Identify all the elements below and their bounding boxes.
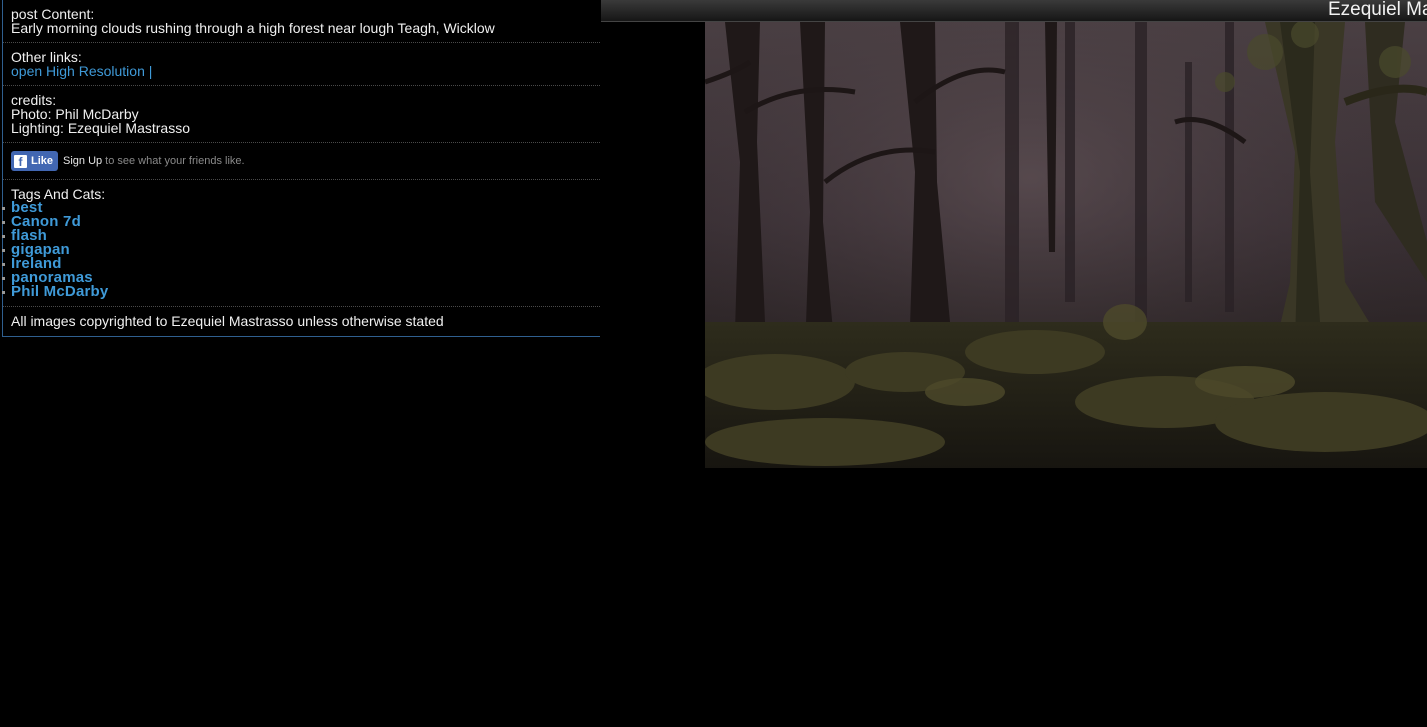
tag-item: best [2,200,600,215]
tag-item: Canon 7d [2,214,600,229]
tag-item: flash [2,228,600,243]
forest-photo-image [705,22,1427,468]
site-header-bar: Ezequiel Ma [601,0,1427,22]
copyright-notice: All images copyrighted to Ezequiel Mastr… [11,313,444,329]
post-info-panel: post Content: Early morning clouds rushi… [2,0,600,337]
facebook-like-button[interactable]: f Like [11,151,59,171]
credits-label: credits: [11,92,57,108]
tag-item: Phil McDarby [2,283,600,300]
tags-section: Tags And Cats: best Canon 7d flash gigap… [2,180,600,307]
post-content-text: Early morning clouds rushing through a h… [11,20,495,36]
credits-section: credits: Photo: Phil McDarby Lighting: E… [3,86,600,143]
tags-label: Tags And Cats: [11,186,106,202]
facebook-signup-link[interactable]: Sign Up [63,155,102,167]
tag-item: Ireland [2,256,600,271]
tag-item: gigapan [2,242,600,257]
tags-list: best Canon 7d flash gigapan Ireland pano… [2,200,600,300]
other-links-section: Other links: open High Resolution | [3,43,600,86]
post-content-section: post Content: Early morning clouds rushi… [3,0,600,43]
forest-photo [705,22,1427,468]
facebook-like-bar: f Like Sign Up to see what your friends … [3,143,600,180]
high-resolution-link[interactable]: open High Resolution | [11,63,152,79]
facebook-signup-text: to see what your friends like. [105,155,245,167]
photo-credit: Photo: Phil McDarby [11,106,139,122]
lighting-credit: Lighting: Ezequiel Mastrasso [11,120,190,136]
facebook-f-icon: f [14,154,27,169]
post-content-label: post Content: [11,6,95,22]
other-links-label: Other links: [11,49,82,65]
tag-link-phil-mcdarby[interactable]: Phil McDarby [11,283,108,300]
facebook-like-label: Like [31,155,54,167]
site-title[interactable]: Ezequiel Ma [1328,0,1427,21]
